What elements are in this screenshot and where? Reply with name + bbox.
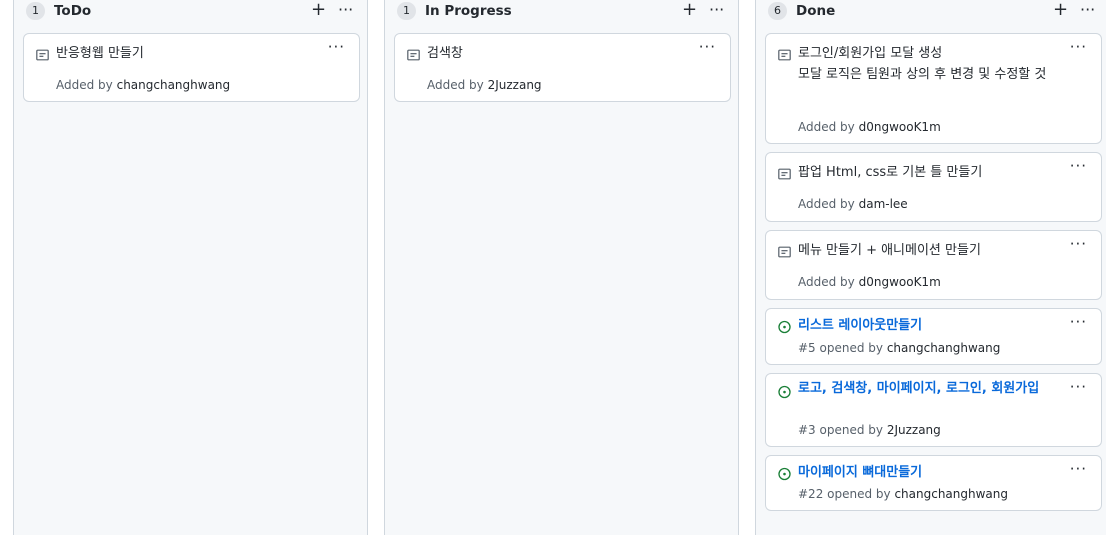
issue-opened-icon bbox=[778, 320, 791, 334]
card-meta-prefix: Added by bbox=[56, 78, 117, 92]
card-meta: Added by dam-lee bbox=[798, 196, 908, 212]
note-icon bbox=[778, 246, 791, 258]
column-count-badge: 1 bbox=[397, 2, 416, 20]
card-meta-prefix: #3 opened by bbox=[798, 423, 887, 437]
card-meta-prefix: Added by bbox=[798, 120, 859, 134]
card-meta-prefix: #22 opened by bbox=[798, 487, 895, 501]
card-meta-prefix: #5 opened by bbox=[798, 341, 887, 355]
card-issue[interactable]: 마이페이지 뼈대만들기 ··· #22 opened by changchang… bbox=[765, 455, 1102, 511]
card-note[interactable]: 팝업 Html, css로 기본 틀 만들기 ··· Added by dam-… bbox=[765, 152, 1102, 222]
card-note[interactable]: 메뉴 만들기 + 애니메이션 만들기 ··· Added by d0ngwooK… bbox=[765, 230, 1102, 300]
add-card-button[interactable]: + bbox=[311, 0, 326, 20]
note-icon bbox=[36, 49, 49, 61]
card-note[interactable]: 검색창 ··· Added by 2Juzzang bbox=[394, 33, 731, 102]
card-meta: Added by d0ngwooK1m bbox=[798, 119, 941, 135]
card-author-link[interactable]: dam-lee bbox=[859, 197, 908, 211]
column-count-badge: 1 bbox=[26, 2, 45, 20]
card-menu-button[interactable]: ··· bbox=[1070, 236, 1087, 252]
issue-opened-icon bbox=[778, 385, 791, 399]
card-menu-button[interactable]: ··· bbox=[1070, 158, 1087, 174]
card-menu-button[interactable]: ··· bbox=[699, 39, 716, 55]
card-note[interactable]: 로그인/회원가입 모달 생성 모달 로직은 팀원과 상의 후 변경 및 수정할 … bbox=[765, 33, 1102, 144]
card-title[interactable]: 검색창 bbox=[427, 43, 692, 64]
column-done: 6 Done + ··· 로그인/회원가입 모달 생성 모달 로직은 팀원과 상… bbox=[755, 0, 1106, 535]
note-icon bbox=[778, 49, 791, 61]
card-author-link[interactable]: d0ngwooK1m bbox=[859, 275, 941, 289]
column-header: 1 ToDo + ··· bbox=[14, 0, 367, 24]
card-menu-button[interactable]: ··· bbox=[1070, 379, 1087, 395]
card-meta: Added by 2Juzzang bbox=[427, 77, 542, 93]
card-title[interactable]: 반응형웹 만들기 bbox=[56, 43, 321, 64]
card-meta: Added by d0ngwooK1m bbox=[798, 274, 941, 290]
project-board: 1 ToDo + ··· 반응형웹 만들기 ··· Added by chang… bbox=[0, 0, 1106, 535]
column-in-progress: 1 In Progress + ··· 검색창 ··· Added by 2Ju… bbox=[384, 0, 739, 535]
card-author-link[interactable]: changchanghwang bbox=[887, 341, 1001, 355]
card-issue[interactable]: 리스트 레이아웃만들기 ··· #5 opened by changchangh… bbox=[765, 308, 1102, 365]
add-card-button[interactable]: + bbox=[1053, 0, 1068, 20]
issue-opened-icon bbox=[778, 467, 791, 481]
add-card-button[interactable]: + bbox=[682, 0, 697, 20]
card-meta: #3 opened by 2Juzzang bbox=[798, 422, 941, 438]
card-author-link[interactable]: changchanghwang bbox=[894, 487, 1008, 501]
card-note-body: 모달 로직은 팀원과 상의 후 변경 및 수정할 것 bbox=[798, 67, 1047, 82]
note-icon bbox=[407, 49, 420, 61]
card-note[interactable]: 반응형웹 만들기 ··· Added by changchanghwang bbox=[23, 33, 360, 102]
card-menu-button[interactable]: ··· bbox=[1070, 39, 1087, 55]
card-author-link[interactable]: 2Juzzang bbox=[488, 78, 542, 92]
column-menu-button[interactable]: ··· bbox=[709, 0, 724, 20]
card-menu-button[interactable]: ··· bbox=[1070, 461, 1087, 477]
column-title: ToDo bbox=[54, 3, 92, 19]
column-title: In Progress bbox=[425, 3, 512, 19]
card-meta-prefix: Added by bbox=[427, 78, 488, 92]
issue-title-link[interactable]: 리스트 레이아웃만들기 bbox=[798, 315, 1063, 336]
card-menu-button[interactable]: ··· bbox=[1070, 314, 1087, 330]
column-header: 6 Done + ··· bbox=[756, 0, 1106, 24]
card-author-link[interactable]: d0ngwooK1m bbox=[859, 120, 941, 134]
column-menu-button[interactable]: ··· bbox=[338, 0, 353, 20]
card-title[interactable]: 로그인/회원가입 모달 생성 bbox=[798, 43, 1063, 64]
card-meta-prefix: Added by bbox=[798, 197, 859, 211]
issue-title-link[interactable]: 로고, 검색창, 마이페이지, 로그인, 회원가입 bbox=[798, 380, 1063, 397]
column-title: Done bbox=[796, 3, 836, 19]
column-menu-button[interactable]: ··· bbox=[1080, 0, 1095, 20]
card-title[interactable]: 메뉴 만들기 + 애니메이션 만들기 bbox=[798, 240, 1063, 261]
card-title[interactable]: 팝업 Html, css로 기본 틀 만들기 bbox=[798, 162, 1063, 183]
note-icon bbox=[778, 168, 791, 180]
column-todo: 1 ToDo + ··· 반응형웹 만들기 ··· Added by chang… bbox=[13, 0, 368, 535]
card-meta: #22 opened by changchanghwang bbox=[798, 486, 1008, 502]
column-count-badge: 6 bbox=[768, 2, 787, 20]
card-issue[interactable]: 로고, 검색창, 마이페이지, 로그인, 회원가입 ··· #3 opened … bbox=[765, 373, 1102, 447]
card-meta: #5 opened by changchanghwang bbox=[798, 340, 1000, 356]
card-meta: Added by changchanghwang bbox=[56, 77, 230, 93]
card-menu-button[interactable]: ··· bbox=[328, 39, 345, 55]
card-author-link[interactable]: changchanghwang bbox=[117, 78, 231, 92]
card-author-link[interactable]: 2Juzzang bbox=[887, 423, 941, 437]
card-meta-prefix: Added by bbox=[798, 275, 859, 289]
column-header: 1 In Progress + ··· bbox=[385, 0, 738, 24]
issue-title-link[interactable]: 마이페이지 뼈대만들기 bbox=[798, 462, 1063, 483]
